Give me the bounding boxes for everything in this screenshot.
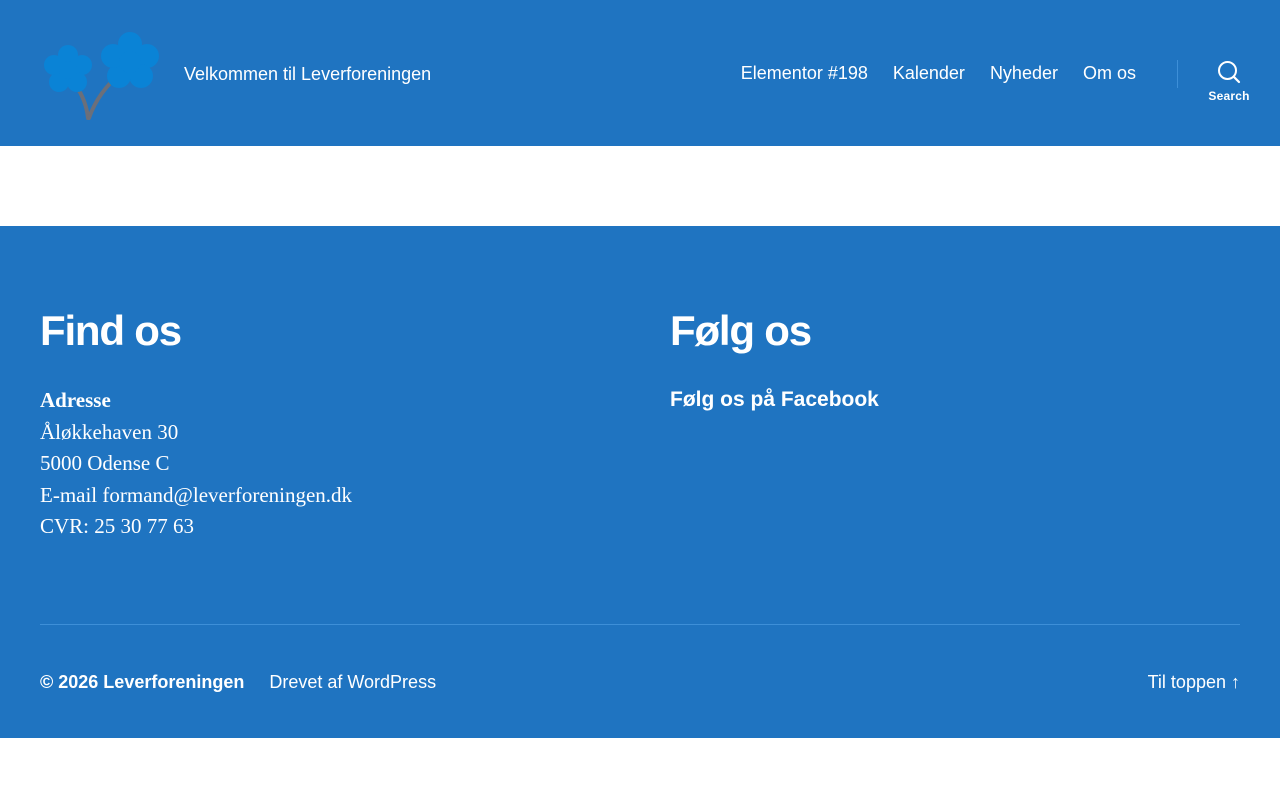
search-button[interactable]: Search: [1202, 58, 1256, 110]
footer-credits: © 2026 Leverforeningen Drevet af WordPre…: [40, 671, 436, 693]
address-city: 5000 Odense C: [40, 451, 170, 475]
footer-divider: [40, 624, 1240, 625]
powered-by-link[interactable]: Drevet af WordPress: [269, 671, 436, 693]
facebook-link[interactable]: Følg os på Facebook: [670, 388, 879, 412]
address-cvr: CVR: 25 30 77 63: [40, 514, 195, 538]
address-block: Adresse Åløkkehaven 30 5000 Odense C E-m…: [40, 385, 352, 543]
site-tagline: Velkommen til Leverforeningen: [184, 64, 432, 84]
copyright-link[interactable]: © 2026 Leverforeningen: [40, 671, 244, 693]
address-street: Åløkkehaven 30: [40, 419, 179, 444]
nav-item-elementor[interactable]: Elementor #198: [741, 61, 868, 85]
nav-item-om-os[interactable]: Om os: [1083, 61, 1136, 85]
follow-us-heading: Følg os: [670, 307, 812, 354]
search-label: Search: [1208, 89, 1250, 103]
back-to-top-link[interactable]: Til toppen ↑: [1148, 671, 1240, 693]
nav-item-nyheder[interactable]: Nyheder: [990, 61, 1058, 85]
find-us-heading: Find os: [40, 307, 182, 354]
address-heading: Adresse: [40, 388, 111, 412]
nav-item-kalender[interactable]: Kalender: [893, 61, 965, 85]
search-icon: [1218, 61, 1241, 84]
address-email: E-mail formand@leverforeningen.dk: [40, 482, 353, 507]
nav-divider: [1177, 60, 1178, 88]
primary-navigation: Elementor #198 Kalender Nyheder Om os: [741, 61, 1136, 85]
forget-me-not-flowers-icon[interactable]: [40, 28, 160, 120]
site-header: Velkommen til Leverforeningen Elementor …: [0, 0, 1280, 146]
site-footer: Find os Adresse Åløkkehaven 30 5000 Oden…: [0, 226, 1280, 738]
